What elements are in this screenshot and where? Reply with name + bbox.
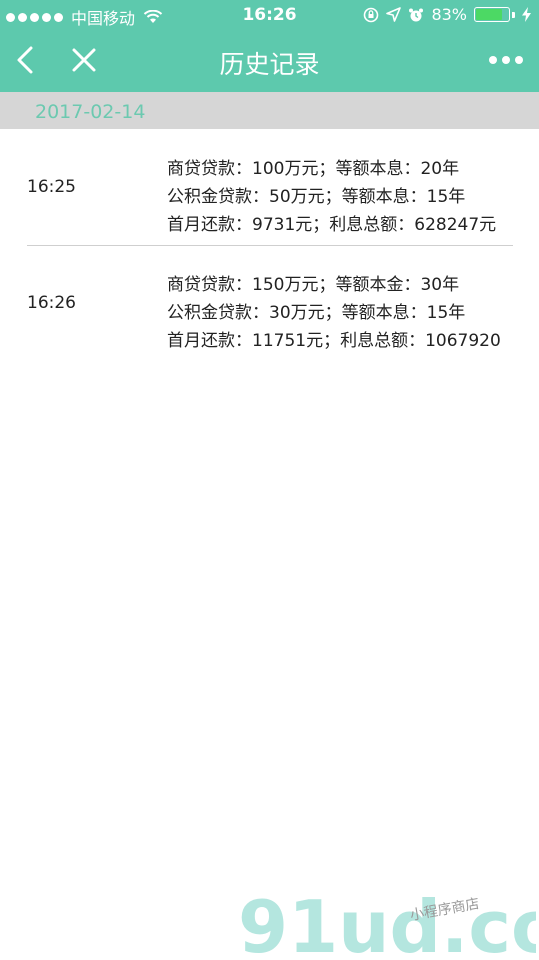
record-loan-fund: 公积金贷款：30万元；等额本息：15年	[167, 303, 466, 323]
alarm-icon	[409, 8, 424, 21]
status-bar: 中国移动 16:26 83%	[0, 0, 539, 30]
record-divider	[27, 245, 513, 246]
page-title: 历史记录	[219, 50, 320, 79]
record-loan-commercial: 商贷贷款：100万元；等额本息：20年	[167, 159, 460, 179]
orientation-lock-icon	[364, 7, 379, 22]
record-payment-summary: 首月还款：9731元；利息总额：628247元	[167, 215, 497, 235]
charging-bolt-icon	[522, 7, 531, 22]
record-loan-fund: 公积金贷款：50万元；等额本息：15年	[167, 187, 466, 207]
record-payment-summary: 首月还款：11751元；利息总额：1067920元	[167, 331, 501, 360]
history-record[interactable]: 16:26 商贷贷款：150万元；等额本金：30年 公积金贷款：30万元；等额本…	[27, 271, 513, 360]
watermark-logo: 91ud.com 小程序商店	[238, 888, 536, 958]
battery-percent: 83%	[431, 5, 467, 24]
record-details: 商贷贷款：100万元；等额本息：20年 公积金贷款：50万元；等额本息：15年 …	[167, 155, 513, 244]
record-loan-commercial: 商贷贷款：150万元；等额本金：30年	[167, 275, 460, 295]
date-header: 2017-02-14	[0, 92, 539, 129]
record-details: 商贷贷款：150万元；等额本金：30年 公积金贷款：30万元；等额本息：15年 …	[167, 271, 513, 360]
location-arrow-icon	[386, 7, 402, 22]
navigation-bar: 历史记录	[0, 30, 539, 92]
more-options-icon[interactable]	[489, 56, 523, 64]
watermark-logo-text: 91ud.com	[238, 888, 536, 958]
record-time: 16:26	[27, 293, 76, 313]
record-time: 16:25	[27, 177, 76, 197]
battery-icon	[474, 7, 510, 22]
history-date: 2017-02-14	[35, 101, 146, 123]
history-record[interactable]: 16:25 商贷贷款：100万元；等额本息：20年 公积金贷款：50万元；等额本…	[27, 155, 513, 244]
top-bar: 中国移动 16:26 83% 历史记录	[0, 0, 539, 92]
battery-tip	[512, 11, 515, 18]
